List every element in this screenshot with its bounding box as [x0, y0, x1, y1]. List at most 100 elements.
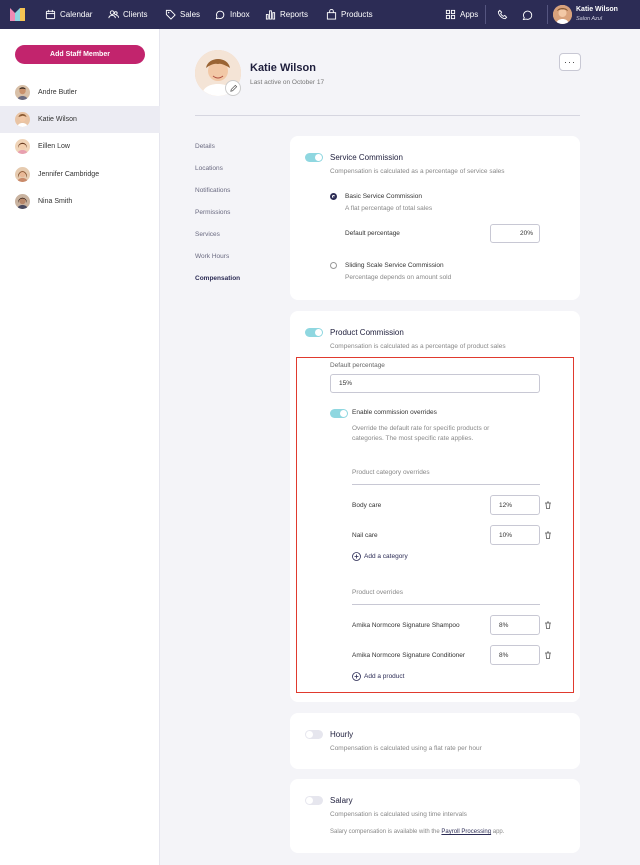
tag-icon [165, 9, 176, 20]
bag-icon [326, 9, 337, 20]
plus-circle-icon [352, 552, 361, 561]
inbox-icon [215, 10, 225, 20]
field-label: Default percentage [330, 362, 385, 369]
add-product-label: Add a product [364, 673, 405, 680]
avatar [15, 194, 30, 209]
commission-overrides-toggle[interactable] [330, 409, 348, 418]
basic-commission-radio[interactable] [330, 193, 337, 200]
staff-item[interactable]: Nina Smith [0, 188, 160, 215]
pencil-icon [229, 84, 237, 92]
add-staff-button[interactable]: Add Staff Member [15, 45, 145, 64]
subnav-notifications[interactable]: Notifications [195, 187, 230, 194]
staff-item[interactable]: Jennifer Cambridge [0, 161, 160, 188]
add-category-label: Add a category [364, 553, 408, 560]
hourly-toggle[interactable] [305, 730, 323, 739]
subnav-details[interactable]: Details [195, 143, 215, 150]
staff-item[interactable]: Andre Butler [0, 79, 160, 106]
category-name: Nail care [352, 532, 378, 539]
nav-label: Clients [123, 10, 148, 19]
trash-icon[interactable] [544, 621, 552, 629]
phone-icon [497, 9, 508, 20]
nav-clients[interactable]: Clients [108, 0, 147, 29]
grid-icon [445, 9, 456, 20]
subnav-services[interactable]: Services [195, 231, 220, 238]
section-header: Product category overrides [352, 469, 430, 476]
category-percentage-input[interactable]: 12% [490, 495, 540, 515]
avatar [15, 112, 30, 127]
salary-note: Salary compensation is available with th… [330, 829, 504, 835]
product-default-percentage-input[interactable]: 15% [330, 374, 540, 393]
service-default-percentage-input[interactable]: 20% [490, 224, 540, 243]
divider [485, 5, 486, 24]
salary-toggle[interactable] [305, 796, 323, 805]
last-active: Last active on October 17 [250, 79, 325, 86]
bar-chart-icon [265, 10, 276, 20]
card-description: Compensation is calculated using time in… [330, 811, 467, 818]
divider [547, 5, 548, 24]
trash-icon[interactable] [544, 651, 552, 659]
staff-item[interactable]: Eillen Low [0, 133, 160, 160]
product-commission-toggle[interactable] [305, 328, 323, 337]
override-description: Override the default rate for specific p… [352, 425, 490, 432]
staff-item-selected[interactable]: Katie Wilson [0, 106, 160, 133]
staff-name: Jennifer Cambridge [38, 171, 100, 178]
chat-button[interactable] [522, 0, 533, 29]
staff-name: Andre Butler [38, 89, 77, 96]
nav-label: Calendar [60, 10, 93, 19]
subnav-work-hours[interactable]: Work Hours [195, 253, 229, 260]
note-text: app. [491, 829, 505, 835]
nav-reports[interactable]: Reports [265, 0, 308, 29]
person-avatar-icon [553, 5, 572, 24]
card-title: Hourly [330, 730, 354, 739]
avatar [15, 139, 30, 154]
edit-avatar-button[interactable] [225, 80, 241, 96]
nav-products[interactable]: Products [326, 0, 373, 29]
trash-icon[interactable] [544, 501, 552, 509]
trash-icon[interactable] [544, 531, 552, 539]
subnav-locations[interactable]: Locations [195, 165, 223, 172]
product-percentage-input[interactable]: 8% [490, 645, 540, 665]
nav-label: Products [341, 10, 373, 19]
user-location: Salon Azul [576, 16, 603, 22]
subnav-compensation[interactable]: Compensation [195, 275, 240, 282]
avatar [15, 85, 30, 100]
product-percentage-input[interactable]: 8% [490, 615, 540, 635]
radio-label: Basic Service Commission [345, 193, 422, 200]
staff-sidebar: Add Staff Member Andre Butler Katie Wils… [0, 29, 160, 865]
divider [352, 604, 540, 605]
nav-label: Sales [180, 10, 201, 19]
card-title: Product Commission [330, 328, 404, 337]
more-options-button[interactable]: ··· [559, 53, 581, 71]
sliding-scale-radio[interactable] [330, 262, 337, 269]
phone-button[interactable] [497, 0, 508, 29]
user-avatar[interactable] [553, 5, 572, 24]
plus-circle-icon [352, 672, 361, 681]
logo-icon[interactable] [10, 7, 25, 21]
staff-name: Eillen Low [38, 143, 70, 150]
radio-label: Sliding Scale Service Commission [345, 262, 444, 269]
product-name: Amika Normcore Signature Shampoo [352, 622, 460, 629]
nav-label: Inbox [230, 10, 250, 19]
service-commission-toggle[interactable] [305, 153, 323, 162]
nav-label: Apps [460, 10, 479, 19]
product-name: Amika Normcore Signature Conditioner [352, 652, 466, 659]
nav-calendar[interactable]: Calendar [45, 0, 92, 29]
radio-description: Percentage depends on amount sold [345, 274, 452, 281]
clients-icon [108, 10, 119, 19]
profile-name: Katie Wilson [250, 62, 316, 74]
card-description: Compensation is calculated as a percenta… [330, 343, 506, 350]
staff-name: Nina Smith [38, 198, 73, 205]
nav-apps[interactable]: Apps [445, 0, 478, 29]
payroll-processing-link[interactable]: Payroll Processing [441, 829, 491, 835]
add-product-button[interactable]: Add a product [352, 672, 404, 681]
chat-icon [522, 10, 533, 20]
staff-name: Katie Wilson [38, 116, 77, 123]
nav-inbox[interactable]: Inbox [215, 0, 250, 29]
avatar [15, 167, 30, 182]
user-name[interactable]: Katie Wilson [576, 6, 618, 13]
section-header: Product overrides [352, 589, 403, 596]
category-percentage-input[interactable]: 10% [490, 525, 540, 545]
subnav-permissions[interactable]: Permissions [195, 209, 230, 216]
nav-sales[interactable]: Sales [165, 0, 200, 29]
add-category-button[interactable]: Add a category [352, 552, 408, 561]
